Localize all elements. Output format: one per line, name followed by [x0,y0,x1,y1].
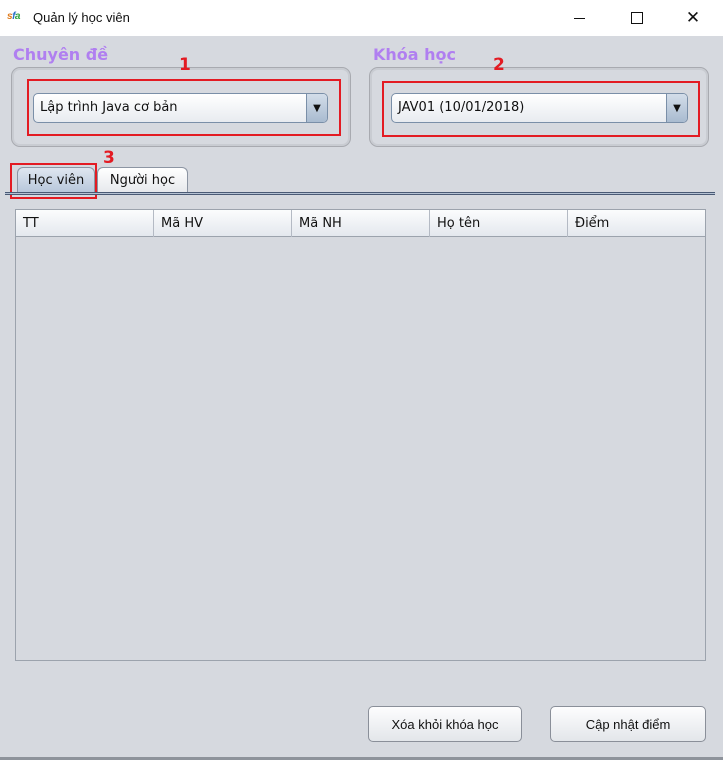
update-score-button[interactable]: Cập nhật điểm [550,706,706,742]
annotation-number-3: 3 [103,148,115,168]
khoa-hoc-label: Khóa học [373,45,457,64]
app-logo-icon: sfa [7,11,20,22]
column-header-ma-nh[interactable]: Mã NH [292,210,430,237]
maximize-icon [631,12,643,24]
students-table[interactable]: TT Mã HV Mã NH Họ tên Điểm [15,209,706,661]
column-header-ho-ten[interactable]: Họ tên [430,210,568,237]
annotation-box-2 [382,81,700,137]
minimize-button[interactable] [556,0,602,36]
annotation-number-1: 1 [179,55,191,75]
annotation-box-1 [27,79,341,136]
close-icon: ✕ [685,7,701,28]
remove-from-course-button[interactable]: Xóa khỏi khóa học [368,706,522,742]
close-button[interactable]: ✕ [670,0,716,36]
table-header: TT Mã HV Mã NH Họ tên Điểm [16,210,705,237]
maximize-button[interactable] [614,0,660,36]
column-header-ma-hv[interactable]: Mã HV [154,210,292,237]
tab-strip-divider [5,192,715,195]
annotation-number-2: 2 [493,55,505,75]
column-header-diem[interactable]: Điểm [568,210,705,237]
window-title: Quản lý học viên [33,10,130,25]
column-header-tt[interactable]: TT [16,210,154,237]
tab-nguoi-hoc[interactable]: Người học [97,167,188,193]
chuyen-de-label: Chuyên đề [13,45,109,64]
title-bar: sfa Quản lý học viên ✕ [0,0,723,36]
minimize-icon [573,17,585,19]
